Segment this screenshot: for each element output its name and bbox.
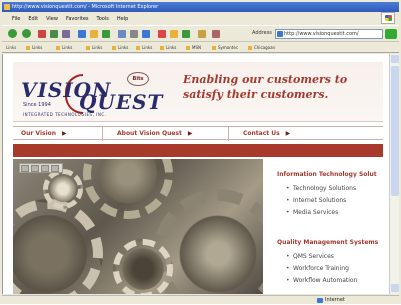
image-toolbar (19, 163, 63, 173)
logo-badge: Bits (127, 72, 149, 86)
menu-tools[interactable]: Tools (97, 14, 109, 24)
address-value: http://www.visionquestit.com/ (284, 31, 359, 37)
go-button[interactable] (385, 29, 397, 39)
site-tagline: Enabling our customers to satisfy their … (183, 73, 348, 101)
stop-icon[interactable] (38, 30, 46, 38)
toolbar: Address http://www.visionquestit.com/ (2, 25, 399, 42)
arrow-right-icon: ▶ (62, 130, 67, 137)
search-icon[interactable] (78, 30, 86, 38)
link-chicagoan[interactable]: Chicagoan (248, 43, 275, 52)
visionquest-logo[interactable]: VISION QUEST Bits Since 1994 INTEGRATED … (19, 70, 169, 118)
link-item[interactable]: Links (136, 43, 152, 52)
logo-word-quest: QUEST (79, 90, 164, 114)
link-item[interactable]: Links (160, 43, 176, 52)
scroll-up-icon[interactable] (391, 55, 399, 63)
link-item[interactable]: Links (26, 43, 42, 52)
home-icon[interactable] (62, 30, 70, 38)
extra-tool-icon[interactable] (212, 30, 220, 38)
site-nav: Our Vision ▶ About Vision Quest ▶ Contact … (13, 126, 383, 141)
windows-logo-icon (381, 12, 395, 24)
nav-label: Contact Us (243, 130, 280, 137)
link-item[interactable]: Links (112, 43, 128, 52)
media-icon[interactable] (198, 30, 206, 38)
link-item[interactable]: Links (86, 43, 102, 52)
status-bar: Internet (2, 295, 399, 304)
logo-since: Since 1994 (23, 102, 51, 108)
history-icon[interactable] (102, 30, 110, 38)
list-item[interactable]: QMS Services (286, 253, 334, 260)
section-title-qms[interactable]: Quality Management Systems (277, 239, 378, 246)
services-column: Information Technology Solut Technology … (271, 159, 383, 294)
arrow-right-icon: ▶ (285, 130, 291, 137)
nav-our-vision[interactable]: Our Vision ▶ (13, 127, 103, 141)
menu-bar: File Edit View Favorites Tools Help (2, 14, 399, 24)
address-input[interactable]: http://www.visionquestit.com/ (275, 29, 383, 39)
website: VISION QUEST Bits Since 1994 INTEGRATED … (13, 62, 383, 294)
folder-icon[interactable] (51, 165, 59, 172)
site-banner: VISION QUEST Bits Since 1994 INTEGRATED … (13, 62, 383, 122)
scroll-down-icon[interactable] (391, 284, 399, 292)
save-image-icon[interactable] (21, 165, 29, 172)
mail-image-icon[interactable] (41, 165, 49, 172)
favorites-icon[interactable] (90, 30, 98, 38)
title-bar: http://www.visionquestit.com/ - Microsof… (2, 2, 399, 12)
vertical-scrollbar[interactable] (389, 54, 399, 294)
discuss-icon[interactable] (158, 30, 166, 38)
list-item[interactable]: Workflow Automation (286, 277, 357, 284)
menu-favorites[interactable]: Favorites (66, 14, 89, 24)
list-item[interactable]: Media Services (286, 209, 338, 216)
print-image-icon[interactable] (31, 165, 39, 172)
edit-icon[interactable] (142, 30, 150, 38)
research-icon[interactable] (182, 30, 190, 38)
links-bar: Links Links Links Links Links Links Link… (2, 43, 399, 53)
list-item[interactable]: Technology Solutions (286, 185, 356, 192)
menu-help[interactable]: Help (117, 14, 128, 24)
window-title: http://www.visionquestit.com/ - Microsof… (12, 4, 159, 10)
nav-label: Our Vision (21, 130, 57, 137)
menu-file[interactable]: File (12, 14, 20, 24)
section-title-it[interactable]: Information Technology Solut (277, 171, 377, 178)
ie-icon (4, 4, 10, 10)
link-symantec[interactable]: Symantec (212, 43, 238, 52)
page-viewport: VISION QUEST Bits Since 1994 INTEGRATED … (2, 54, 389, 294)
gear-graphic (83, 159, 173, 219)
gear-graphic (43, 169, 83, 209)
menu-edit[interactable]: Edit (28, 14, 38, 24)
forward-icon[interactable] (22, 29, 31, 38)
link-item[interactable]: Links (56, 43, 72, 52)
page-icon (277, 31, 283, 37)
nav-contact-us[interactable]: Contact Us ▶ (235, 127, 383, 141)
browser-window: http://www.visionquestit.com/ - Microsof… (0, 0, 401, 304)
address-label: Address (252, 30, 272, 36)
gear-graphic (113, 239, 173, 294)
logo-subtitle: INTEGRATED TECHNOLOGIES, INC. (23, 112, 107, 117)
links-label: Links (6, 45, 17, 50)
messenger-icon[interactable] (170, 30, 178, 38)
gears-photo (13, 159, 263, 294)
arrow-right-icon: ▶ (187, 130, 193, 137)
menu-view[interactable]: View (46, 14, 58, 24)
link-msn[interactable]: MSN (186, 43, 201, 52)
nav-label: About Vision Quest (117, 130, 182, 137)
mail-icon[interactable] (118, 30, 126, 38)
list-item[interactable]: Workforce Training (286, 265, 349, 272)
scroll-thumb[interactable] (391, 66, 399, 196)
nav-about-vision-quest[interactable]: About Vision Quest ▶ (109, 127, 229, 141)
back-icon[interactable] (8, 29, 17, 38)
gear-graphic (13, 199, 103, 294)
list-item[interactable]: Internet Solutions (286, 197, 346, 204)
refresh-icon[interactable] (50, 30, 58, 38)
red-divider-band (13, 144, 383, 157)
print-icon[interactable] (130, 30, 138, 38)
